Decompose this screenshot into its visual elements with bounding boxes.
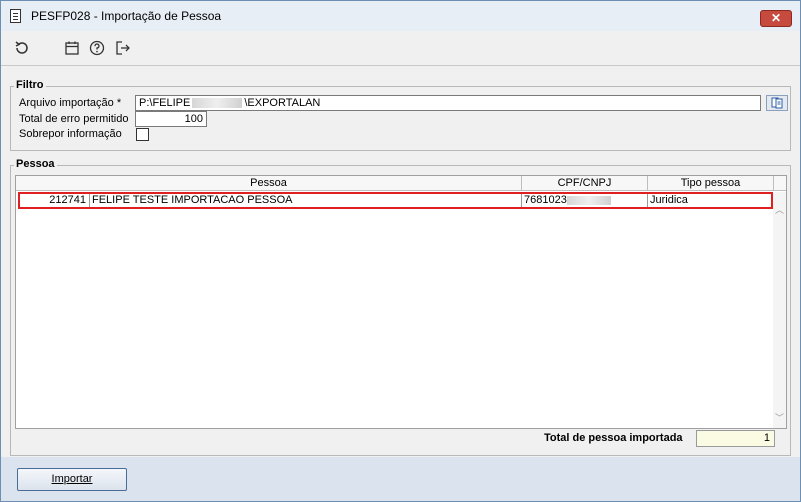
total-erro-label: Total de erro permitido <box>19 113 129 125</box>
column-header-cpf[interactable]: CPF/CNPJ <box>522 176 648 191</box>
total-importada-label: Total de pessoa importada <box>544 432 683 444</box>
column-header-filler <box>774 176 786 191</box>
exit-icon[interactable] <box>114 39 132 57</box>
total-erro-input[interactable]: 100 <box>135 111 207 127</box>
column-header-pessoa[interactable]: Pessoa <box>16 176 522 191</box>
filtro-group: Filtro Arquivo importação * P:\FELIPE \EX… <box>10 79 791 151</box>
title-bar: PESFP028 - Importação de Pessoa ✕ <box>1 1 800 31</box>
browse-file-button[interactable] <box>766 95 788 111</box>
importar-button[interactable]: Importar <box>17 468 127 491</box>
pessoa-group: Pessoa Pessoa CPF/CNPJ Tipo pessoa 21274… <box>10 158 791 456</box>
arquivo-value-suffix: \EXPORTALAN <box>244 97 321 109</box>
help-icon[interactable] <box>88 39 106 57</box>
row-cpf-prefix: 7681023 <box>524 194 567 206</box>
arquivo-label: Arquivo importação * <box>19 97 122 109</box>
sobrepor-label: Sobrepor informação <box>19 128 122 140</box>
redacted-blur <box>566 195 611 205</box>
arquivo-input[interactable]: P:\FELIPE \EXPORTALAN <box>135 95 761 111</box>
folder-browse-icon <box>771 97 783 109</box>
close-button[interactable]: ✕ <box>760 10 792 27</box>
grid-scrollbar[interactable]: ︿ ﹀ <box>773 192 786 428</box>
toolbar <box>1 31 800 66</box>
content-area: Filtro Arquivo importação * P:\FELIPE \EX… <box>1 66 800 501</box>
scroll-up-icon[interactable]: ︿ <box>775 206 784 215</box>
sobrepor-checkbox[interactable] <box>136 128 149 141</box>
main-window: PESFP028 - Importação de Pessoa ✕ Filtro <box>0 0 801 502</box>
redacted-blur <box>192 98 243 109</box>
pessoa-grid: Pessoa CPF/CNPJ Tipo pessoa 212741 FELIP… <box>15 175 787 429</box>
refresh-icon[interactable] <box>13 39 31 57</box>
scroll-down-icon[interactable]: ﹀ <box>775 414 784 423</box>
pessoa-title: Pessoa <box>14 158 57 170</box>
row-code: 212741 <box>20 194 90 207</box>
document-icon <box>10 9 21 23</box>
column-header-tipo[interactable]: Tipo pessoa <box>648 176 774 191</box>
importar-label: Importar <box>51 473 93 485</box>
filtro-title: Filtro <box>14 79 46 91</box>
table-row[interactable]: 212741 FELIPE TESTE IMPORTACAO PESSOA 76… <box>18 192 773 209</box>
total-importada-value: 1 <box>696 430 775 447</box>
row-tipo: Juridica <box>650 194 688 206</box>
calendar-icon[interactable] <box>63 39 81 57</box>
row-name: FELIPE TESTE IMPORTACAO PESSOA <box>90 194 522 207</box>
row-cpf: 7681023 <box>522 194 648 207</box>
arquivo-value-prefix: P:\FELIPE <box>139 97 191 109</box>
footer-bar: Importar <box>1 457 800 501</box>
window-title: PESFP028 - Importação de Pessoa <box>31 9 222 23</box>
